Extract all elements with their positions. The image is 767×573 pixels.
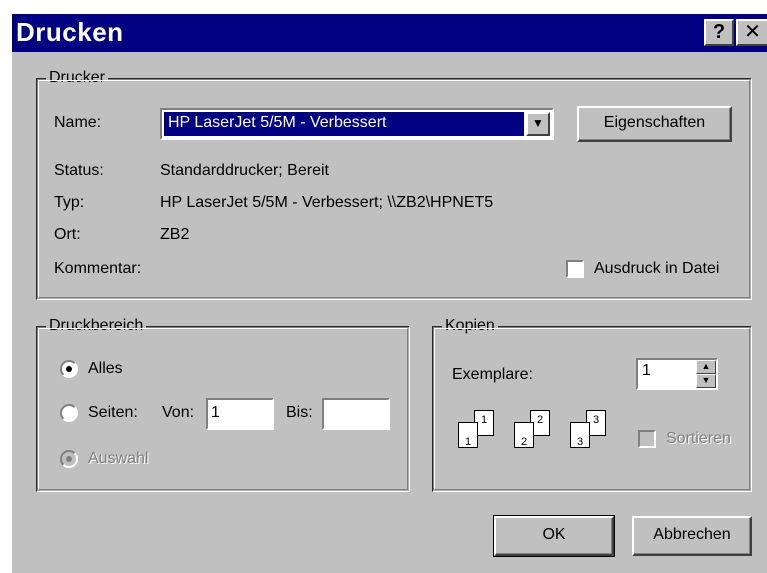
range-pages-radio[interactable]	[60, 404, 78, 422]
range-selection-label: Auswahl	[88, 450, 149, 467]
to-input[interactable]	[322, 398, 390, 430]
properties-button[interactable]: Eigenschaften	[577, 106, 732, 142]
close-button[interactable]: ✕	[736, 19, 767, 46]
printer-group-label: Drucker	[46, 69, 109, 87]
status-label: Status:	[54, 162, 104, 179]
range-all-label: Alles	[88, 360, 123, 377]
spin-buttons: ▲ ▼	[696, 360, 716, 388]
name-label: Name:	[54, 114, 102, 131]
from-input[interactable]: 1	[206, 398, 274, 430]
range-selection-radio[interactable]	[60, 450, 78, 468]
copies-group: Kopien	[432, 317, 752, 492]
type-value: HP LaserJet 5/5M - Verbessert; \\ZB2\HPN…	[160, 194, 494, 211]
range-all-radio[interactable]	[60, 360, 78, 378]
print-to-file-checkbox[interactable]	[566, 260, 584, 278]
ok-button[interactable]: OK	[493, 515, 615, 557]
range-pages-label: Seiten:	[88, 404, 138, 421]
to-label: Bis:	[286, 404, 313, 421]
type-label: Typ:	[54, 194, 85, 211]
copies-count-value: 1	[642, 362, 651, 379]
collate-page-3-front: 3	[570, 422, 590, 448]
comment-label: Kommentar:	[54, 260, 142, 277]
print-dialog: Drucken ? ✕ Drucker Name: HP LaserJet 5/…	[12, 14, 767, 573]
chevron-down-icon[interactable]: ▼	[526, 112, 550, 136]
collate-page-2-front: 2	[514, 422, 534, 448]
printer-name-select[interactable]: HP LaserJet 5/5M - Verbessert ▼	[160, 108, 554, 140]
location-value: ZB2	[160, 226, 190, 243]
arrow-up-icon[interactable]: ▲	[696, 360, 716, 374]
title-bar: Drucken ? ✕	[12, 14, 767, 52]
help-button[interactable]: ?	[704, 19, 734, 46]
copies-count-stepper[interactable]: 1 ▲ ▼	[636, 358, 718, 390]
status-value: Standarddrucker; Bereit	[160, 162, 329, 179]
collate-label: Sortieren	[666, 430, 731, 447]
collate-page-1-front: 1	[458, 422, 478, 448]
copies-count-label: Exemplare:	[452, 366, 533, 383]
collate-checkbox[interactable]	[638, 430, 656, 448]
window-title: Drucken	[16, 17, 124, 47]
copies-group-label: Kopien	[442, 317, 498, 335]
print-range-group-label: Druckbereich	[46, 317, 147, 335]
print-to-file-label: Ausdruck in Datei	[594, 260, 720, 277]
cancel-button[interactable]: Abbrechen	[632, 516, 752, 556]
arrow-down-icon[interactable]: ▼	[696, 374, 716, 388]
location-label: Ort:	[54, 226, 81, 243]
printer-name-value: HP LaserJet 5/5M - Verbessert	[164, 112, 524, 136]
from-label: Von:	[162, 404, 195, 421]
